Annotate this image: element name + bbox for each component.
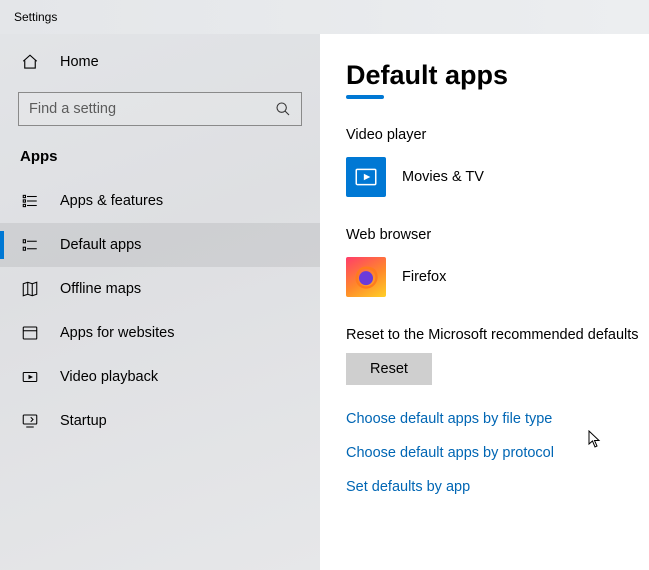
home-icon bbox=[20, 52, 40, 72]
window-titlebar: Settings bbox=[0, 0, 649, 34]
page-title: Default apps bbox=[320, 60, 649, 91]
sidebar-item-apps-features[interactable]: Apps & features bbox=[0, 179, 320, 223]
movies-tv-icon bbox=[346, 157, 386, 197]
video-player-app-button[interactable]: Movies & TV bbox=[346, 155, 626, 199]
web-browser-heading: Web browser bbox=[346, 227, 649, 243]
reset-description: Reset to the Microsoft recommended defau… bbox=[320, 327, 649, 343]
app-window-icon bbox=[20, 323, 40, 343]
video-player-heading: Video player bbox=[346, 127, 649, 143]
sidebar-item-startup[interactable]: Startup bbox=[0, 399, 320, 443]
video-icon bbox=[20, 367, 40, 387]
main-area: Home Apps bbox=[0, 34, 649, 570]
content-pane: Default apps Video player Movies & TV We… bbox=[320, 34, 649, 570]
links-group: Choose default apps by file type Choose … bbox=[320, 411, 649, 495]
sidebar: Home Apps bbox=[0, 34, 320, 570]
home-label: Home bbox=[60, 54, 99, 70]
sidebar-item-label: Offline maps bbox=[60, 281, 141, 297]
link-default-by-file-type[interactable]: Choose default apps by file type bbox=[346, 411, 649, 427]
link-set-defaults-by-app[interactable]: Set defaults by app bbox=[346, 479, 649, 495]
video-player-group: Video player Movies & TV bbox=[320, 127, 649, 199]
sidebar-nav: Apps & features Default apps bbox=[0, 179, 320, 443]
search-box[interactable] bbox=[18, 92, 302, 126]
video-player-app-name: Movies & TV bbox=[402, 169, 484, 185]
sidebar-item-video-playback[interactable]: Video playback bbox=[0, 355, 320, 399]
web-browser-app-name: Firefox bbox=[402, 269, 446, 285]
link-default-by-protocol[interactable]: Choose default apps by protocol bbox=[346, 445, 649, 461]
defaults-icon bbox=[20, 235, 40, 255]
list-icon bbox=[20, 191, 40, 211]
startup-icon bbox=[20, 411, 40, 431]
sidebar-item-default-apps[interactable]: Default apps bbox=[0, 223, 320, 267]
sidebar-item-label: Startup bbox=[60, 413, 107, 429]
web-browser-group: Web browser Firefox bbox=[320, 227, 649, 299]
search-input[interactable] bbox=[19, 93, 301, 125]
firefox-icon bbox=[346, 257, 386, 297]
sidebar-item-apps-for-websites[interactable]: Apps for websites bbox=[0, 311, 320, 355]
sidebar-item-offline-maps[interactable]: Offline maps bbox=[0, 267, 320, 311]
web-browser-app-button[interactable]: Firefox bbox=[346, 255, 626, 299]
reset-button[interactable]: Reset bbox=[346, 353, 432, 385]
sidebar-section-title: Apps bbox=[0, 136, 320, 179]
search-icon bbox=[275, 101, 291, 117]
sidebar-item-label: Default apps bbox=[60, 237, 141, 253]
home-button[interactable]: Home bbox=[0, 42, 320, 82]
sidebar-item-label: Apps for websites bbox=[60, 325, 174, 341]
search-wrap bbox=[0, 82, 320, 136]
title-underline bbox=[346, 95, 384, 99]
sidebar-item-label: Apps & features bbox=[60, 193, 163, 209]
map-icon bbox=[20, 279, 40, 299]
window-title: Settings bbox=[14, 10, 57, 24]
sidebar-item-label: Video playback bbox=[60, 369, 158, 385]
